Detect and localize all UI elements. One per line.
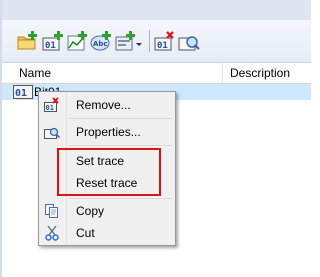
new-folder-icon[interactable] bbox=[16, 30, 38, 52]
svg-text:01: 01 bbox=[15, 88, 27, 99]
remove-icon: 01 bbox=[44, 97, 60, 113]
svg-text:Abc: Abc bbox=[93, 40, 108, 48]
menu-item-properties[interactable]: Properties... bbox=[39, 121, 175, 143]
cut-icon bbox=[44, 225, 60, 241]
menu-item-remove[interactable]: 01 Remove... bbox=[39, 94, 175, 116]
remove-tag-icon[interactable]: 01 bbox=[154, 30, 176, 52]
svg-text:01: 01 bbox=[46, 104, 54, 112]
dropdown-tool-icon[interactable] bbox=[114, 30, 144, 52]
svg-text:01: 01 bbox=[157, 41, 168, 51]
column-header-name[interactable]: Name bbox=[19, 66, 51, 80]
menu-item-label: Cut bbox=[76, 226, 95, 240]
trend-icon[interactable] bbox=[66, 30, 88, 52]
menu-item-label: Properties... bbox=[76, 125, 141, 139]
abc-text-icon[interactable]: Abc bbox=[90, 30, 112, 52]
column-divider[interactable] bbox=[222, 63, 223, 83]
list-header: Name Description bbox=[2, 63, 311, 84]
menu-item-label: Copy bbox=[76, 204, 105, 218]
add-tag-icon[interactable]: 01 bbox=[42, 30, 64, 52]
menu-item-label: Remove... bbox=[76, 98, 131, 112]
menu-item-cut[interactable]: Cut bbox=[39, 222, 175, 244]
menu-item-copy[interactable]: Copy bbox=[39, 200, 175, 222]
menu-separator bbox=[69, 145, 172, 146]
toolbar-separator bbox=[149, 30, 150, 52]
highlight-annotation bbox=[57, 148, 161, 196]
properties-icon bbox=[44, 124, 61, 140]
column-header-description[interactable]: Description bbox=[230, 66, 290, 80]
svg-text:01: 01 bbox=[45, 41, 56, 51]
toolbar: 01 Abc 01 bbox=[2, 20, 311, 63]
copy-icon bbox=[44, 203, 60, 219]
title-strip bbox=[2, 0, 311, 20]
properties-icon[interactable] bbox=[178, 30, 200, 52]
menu-separator bbox=[69, 118, 172, 119]
bit-tag-icon: 01 bbox=[13, 85, 33, 99]
menu-separator bbox=[69, 198, 172, 199]
